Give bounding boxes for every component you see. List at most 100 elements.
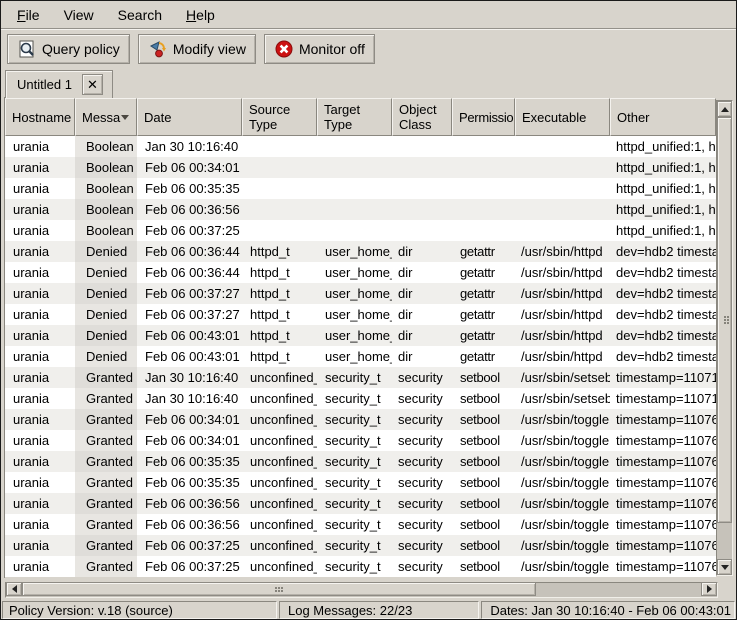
table-row[interactable]: uraniaDeniedFeb 06 00:37:27httpd_tuser_h… — [5, 304, 716, 325]
table-row[interactable]: uraniaDeniedFeb 06 00:36:44httpd_tuser_h… — [5, 241, 716, 262]
cell-object_class: security — [392, 556, 452, 577]
vertical-scrollbar[interactable] — [716, 100, 733, 576]
cell-executable: /usr/sbin/httpd — [515, 325, 610, 346]
menubar: File View Search Help — [1, 1, 736, 29]
menu-help[interactable]: Help — [174, 3, 227, 27]
cell-object_class: dir — [392, 241, 452, 262]
cell-message: Boolean — [75, 136, 137, 157]
cell-hostname: urania — [5, 388, 75, 409]
menu-file[interactable]: File — [5, 3, 52, 27]
column-header-label: Messa — [82, 110, 120, 125]
cell-target_type — [317, 178, 392, 199]
cell-message: Boolean — [75, 220, 137, 241]
cell-object_class: security — [392, 535, 452, 556]
column-header-message[interactable]: Messa — [75, 98, 137, 136]
toolbar: Query policy Modify view Mo — [1, 30, 736, 68]
tab-close-button[interactable]: ✕ — [82, 74, 103, 95]
table-row[interactable]: uraniaGrantedFeb 06 00:35:35unconfined_s… — [5, 472, 716, 493]
table-row[interactable]: uraniaGrantedFeb 06 00:37:25unconfined_s… — [5, 556, 716, 577]
table-row[interactable]: uraniaGrantedJan 30 10:16:40unconfined_s… — [5, 388, 716, 409]
cell-message: Denied — [75, 325, 137, 346]
tab-untitled-1[interactable]: Untitled 1 ✕ — [5, 70, 113, 98]
cell-date: Jan 30 10:16:40 — [137, 136, 242, 157]
scroll-down-button[interactable] — [717, 559, 732, 575]
column-header-executable[interactable]: Executable — [515, 98, 610, 136]
cell-other: timestamp=11076 — [610, 409, 716, 430]
column-header-label: Date — [144, 110, 171, 125]
query-policy-button[interactable]: Query policy — [7, 34, 130, 64]
table-row[interactable]: uraniaDeniedFeb 06 00:37:27httpd_tuser_h… — [5, 283, 716, 304]
table-row[interactable]: uraniaGrantedJan 30 10:16:40unconfined_s… — [5, 367, 716, 388]
cell-date: Jan 30 10:16:40 — [137, 367, 242, 388]
modify-view-button[interactable]: Modify view — [138, 34, 256, 64]
cell-object_class: dir — [392, 262, 452, 283]
arrow-right-icon — [707, 585, 712, 593]
column-header-other[interactable]: Other — [610, 98, 716, 136]
scroll-up-button[interactable] — [717, 101, 732, 117]
table-row[interactable]: uraniaBooleanJan 30 10:16:40httpd_unifie… — [5, 136, 716, 157]
table-row[interactable]: uraniaGrantedFeb 06 00:35:35unconfined_s… — [5, 451, 716, 472]
cell-message: Boolean — [75, 178, 137, 199]
cell-executable: /usr/sbin/toggle — [515, 472, 610, 493]
cell-executable: /usr/sbin/setseb — [515, 367, 610, 388]
cell-target_type: user_home_ — [317, 241, 392, 262]
cell-source_type — [242, 136, 317, 157]
statusbar: Policy Version: v.18 (source) Log Messag… — [2, 601, 735, 619]
monitor-off-button[interactable]: Monitor off — [264, 34, 375, 64]
cell-target_type — [317, 136, 392, 157]
cell-source_type: unconfined_ — [242, 451, 317, 472]
cell-executable: /usr/sbin/httpd — [515, 241, 610, 262]
vertical-scrollbar-thumb[interactable] — [717, 117, 732, 523]
cell-other: dev=hdb2 timesta — [610, 325, 716, 346]
cell-date: Feb 06 00:34:01 — [137, 157, 242, 178]
table-row[interactable]: uraniaGrantedFeb 06 00:36:56unconfined_s… — [5, 493, 716, 514]
table-row[interactable]: uraniaDeniedFeb 06 00:43:01httpd_tuser_h… — [5, 346, 716, 367]
dates-status: Dates: Jan 30 10:16:40 - Feb 06 00:43:01 — [481, 601, 735, 619]
column-header-object_class[interactable]: Object Class — [392, 98, 452, 136]
column-header-permission[interactable]: Permission — [452, 98, 515, 136]
cell-object_class: security — [392, 472, 452, 493]
cell-target_type: security_t — [317, 451, 392, 472]
table-row[interactable]: uraniaGrantedFeb 06 00:34:01unconfined_s… — [5, 409, 716, 430]
scroll-right-button[interactable] — [701, 582, 717, 596]
column-header-hostname[interactable]: Hostname — [5, 98, 75, 136]
cell-hostname: urania — [5, 325, 75, 346]
horizontal-scrollbar-thumb[interactable] — [22, 582, 536, 596]
column-header-label: Hostname — [12, 110, 71, 125]
horizontal-scrollbar[interactable] — [5, 582, 718, 598]
scroll-left-button[interactable] — [6, 582, 22, 596]
cell-date: Feb 06 00:35:35 — [137, 178, 242, 199]
table-row[interactable]: uraniaBooleanFeb 06 00:35:35httpd_unifie… — [5, 178, 716, 199]
menu-search[interactable]: Search — [106, 3, 174, 27]
cell-permission: setbool — [452, 451, 515, 472]
cell-object_class: security — [392, 514, 452, 535]
table-row[interactable]: uraniaGrantedFeb 06 00:37:25unconfined_s… — [5, 535, 716, 556]
arrow-left-icon — [12, 585, 17, 593]
table-row[interactable]: uraniaBooleanFeb 06 00:36:56httpd_unifie… — [5, 199, 716, 220]
cell-object_class: dir — [392, 346, 452, 367]
column-header-date[interactable]: Date — [137, 98, 242, 136]
cell-source_type: unconfined_ — [242, 367, 317, 388]
table-row[interactable]: uraniaDeniedFeb 06 00:43:01httpd_tuser_h… — [5, 325, 716, 346]
cell-other: timestamp=11076 — [610, 472, 716, 493]
cell-date: Feb 06 00:34:01 — [137, 409, 242, 430]
cell-date: Feb 06 00:36:44 — [137, 262, 242, 283]
table-row[interactable]: uraniaGrantedFeb 06 00:34:01unconfined_s… — [5, 430, 716, 451]
cell-source_type: unconfined_ — [242, 430, 317, 451]
table-row[interactable]: uraniaBooleanFeb 06 00:37:25httpd_unifie… — [5, 220, 716, 241]
table-row[interactable]: uraniaDeniedFeb 06 00:36:44httpd_tuser_h… — [5, 262, 716, 283]
table-row[interactable]: uraniaBooleanFeb 06 00:34:01httpd_unifie… — [5, 157, 716, 178]
menu-view[interactable]: View — [52, 3, 106, 27]
column-header-source_type[interactable]: Source Type — [242, 98, 317, 136]
cell-permission — [452, 199, 515, 220]
cell-message: Denied — [75, 262, 137, 283]
cell-message: Boolean — [75, 199, 137, 220]
arrow-up-icon — [721, 107, 729, 112]
cell-permission — [452, 178, 515, 199]
thumb-grip-icon — [275, 587, 277, 589]
log-messages-status: Log Messages: 22/23 — [279, 601, 479, 619]
cell-other: dev=hdb2 timesta — [610, 262, 716, 283]
cell-hostname: urania — [5, 262, 75, 283]
table-row[interactable]: uraniaGrantedFeb 06 00:36:56unconfined_s… — [5, 514, 716, 535]
column-header-target_type[interactable]: Target Type — [317, 98, 392, 136]
